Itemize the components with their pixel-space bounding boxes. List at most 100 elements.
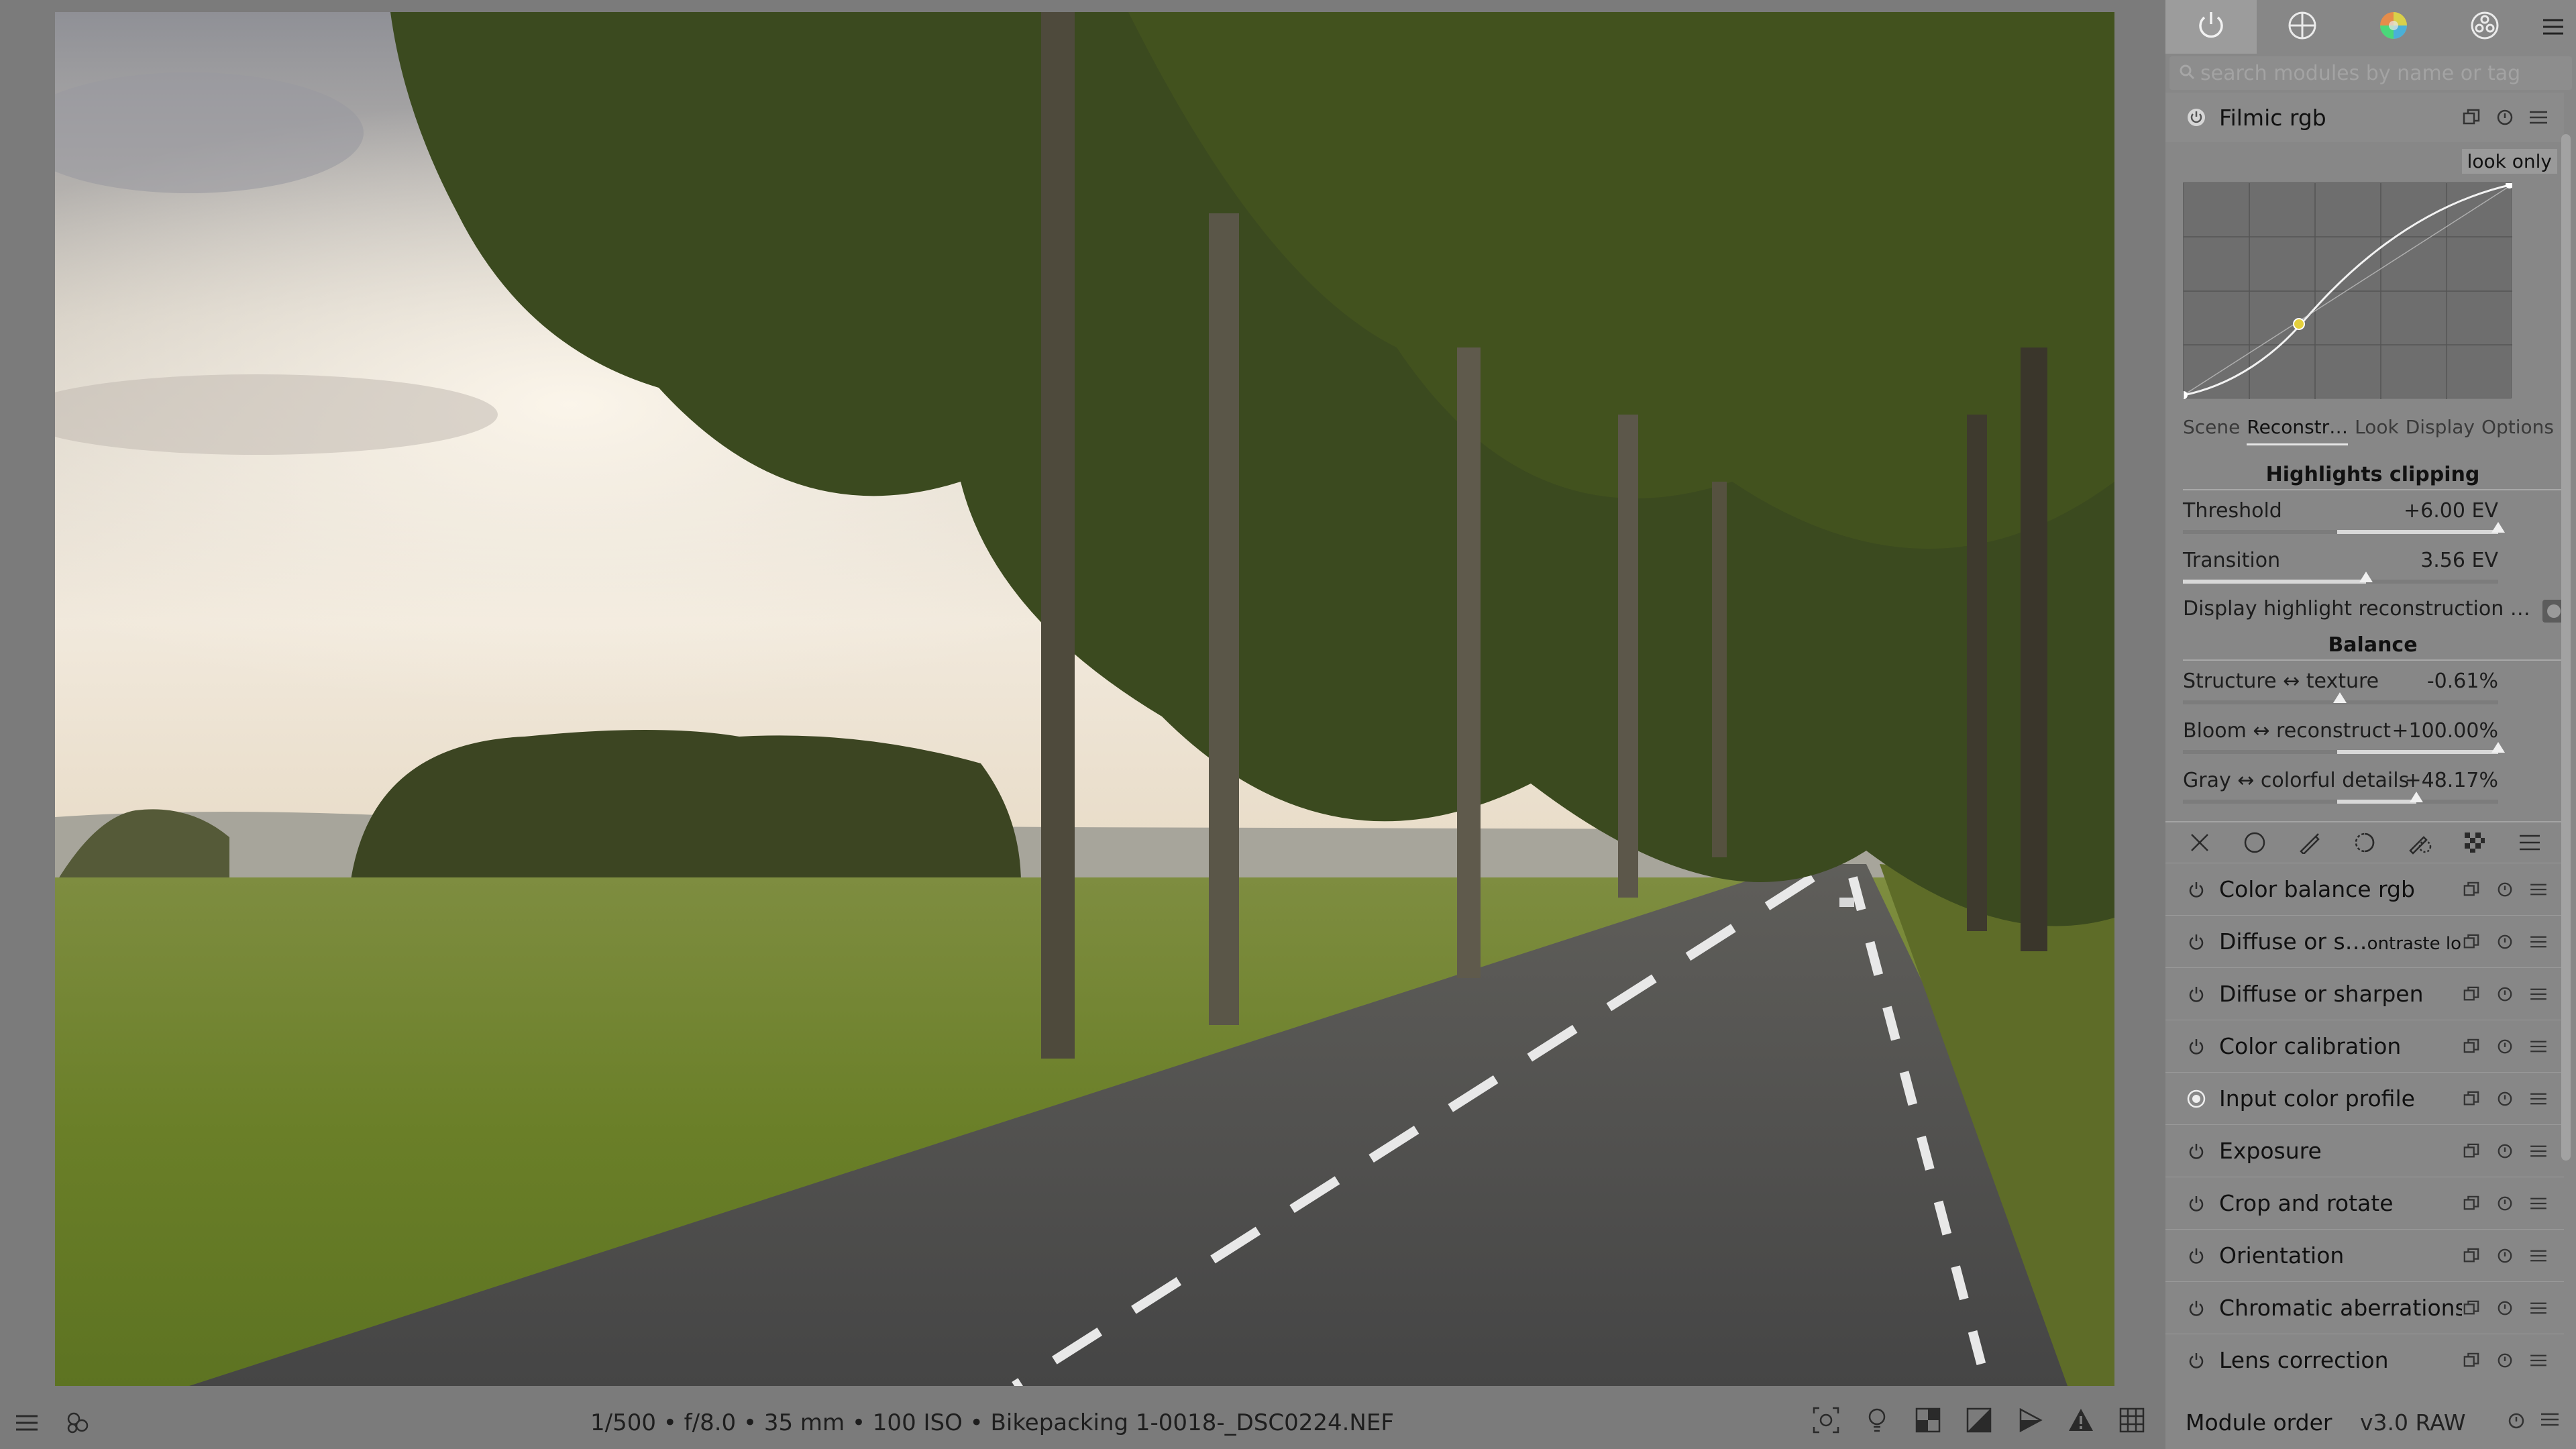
module-row-color-balance-rgb[interactable]: Color balance rgb — [2165, 863, 2564, 915]
module-row-diffuse-or-sharpen[interactable]: Diffuse or sharpen — [2165, 967, 2564, 1020]
power-icon[interactable] — [2182, 1246, 2211, 1265]
reset-icon[interactable] — [2496, 985, 2514, 1004]
multi-instance-icon[interactable] — [2462, 1351, 2481, 1370]
power-icon[interactable] — [2182, 1194, 2211, 1213]
reset-icon[interactable] — [2496, 1037, 2514, 1056]
module-presets-icon[interactable] — [2529, 1351, 2548, 1370]
tab-options[interactable]: Options — [2481, 416, 2554, 445]
filmic-power-icon[interactable] — [2182, 107, 2211, 127]
tab-display[interactable]: Display — [2406, 416, 2475, 445]
power-icon[interactable] — [2182, 1351, 2211, 1370]
multi-instance-icon[interactable] — [2462, 1142, 2481, 1161]
filmic-curve-graph[interactable] — [2180, 180, 2514, 399]
multi-instance-icon[interactable] — [2462, 880, 2481, 899]
parametric-mask-icon[interactable] — [2350, 828, 2379, 857]
search-input[interactable] — [2200, 61, 2563, 85]
module-row-crop-and-rotate[interactable]: Crop and rotate — [2165, 1177, 2564, 1229]
multi-instance-icon[interactable] — [2462, 1299, 2481, 1318]
photo-canvas[interactable] — [55, 12, 2114, 1386]
tab-color-modules[interactable] — [2348, 0, 2439, 54]
module-order-value[interactable]: v3.0 RAW — [2360, 1409, 2466, 1436]
multi-instance-icon[interactable] — [2462, 1246, 2481, 1265]
transition-slider[interactable]: Transition 3.56 EV — [2183, 549, 2498, 593]
module-row-chromatic-aberrations[interactable]: Chromatic aberrations — [2165, 1281, 2564, 1334]
module-order-presets-icon[interactable] — [2541, 1412, 2559, 1432]
guides-icon[interactable] — [2118, 1407, 2145, 1434]
threshold-slider[interactable]: Threshold +6.00 EV — [2183, 499, 2505, 543]
tab-base-modules[interactable] — [2257, 0, 2348, 54]
multi-instance-icon[interactable] — [2462, 108, 2481, 127]
module-presets-icon[interactable] — [2529, 1246, 2548, 1265]
power-icon[interactable] — [2182, 985, 2211, 1004]
power-icon[interactable] — [2182, 1142, 2211, 1161]
raw-overexposed-icon[interactable] — [2017, 1407, 2043, 1434]
multi-instance-icon[interactable] — [2462, 1089, 2481, 1108]
module-presets-icon[interactable] — [2529, 1037, 2548, 1056]
module-search-box — [2169, 56, 2572, 90]
module-presets-icon[interactable] — [2529, 985, 2548, 1004]
image-info: 1/500 • f/8.0 • 35 mm • 100 ISO • Bikepa… — [590, 1409, 1394, 1436]
gray-colorful-slider[interactable]: Gray ↔ colorful details +48.17% — [2183, 769, 2498, 813]
module-presets-icon[interactable] — [2529, 932, 2548, 951]
module-presets-icon[interactable] — [2529, 1142, 2548, 1161]
blend-presets-icon[interactable] — [2515, 828, 2544, 857]
right-panel: Filmic rgb look only Scene — [2165, 0, 2576, 1449]
tab-reconstruct[interactable]: Reconstr… — [2247, 416, 2349, 445]
color-assessment-icon[interactable] — [1864, 1407, 1890, 1434]
module-row-diffuse-local-contrast[interactable]: Diffuse or s…ontraste local — [2165, 915, 2564, 967]
multi-instance-icon[interactable] — [2462, 1194, 2481, 1213]
reset-icon[interactable] — [2496, 880, 2514, 899]
uniform-mask-icon[interactable] — [2240, 828, 2269, 857]
module-presets-icon[interactable] — [2529, 1299, 2548, 1318]
gamut-check-icon[interactable] — [1966, 1407, 1992, 1434]
module-row-orientation[interactable]: Orientation — [2165, 1229, 2564, 1281]
panel-scrollbar[interactable] — [2561, 134, 2571, 1161]
module-row-input-color-profile[interactable]: Input color profile — [2165, 1072, 2564, 1124]
clipping-warning-icon[interactable] — [2068, 1407, 2094, 1434]
tab-effect-modules[interactable] — [2439, 0, 2530, 54]
reset-icon[interactable] — [2496, 1299, 2514, 1318]
reset-icon[interactable] — [2496, 1194, 2514, 1213]
raster-mask-icon[interactable] — [2460, 828, 2489, 857]
tab-active-modules[interactable] — [2165, 0, 2257, 54]
drawn-mask-icon[interactable] — [2295, 828, 2324, 857]
tab-scene[interactable]: Scene — [2183, 416, 2240, 445]
multi-instance-icon[interactable] — [2462, 1037, 2481, 1056]
bloom-reconstruct-slider[interactable]: Bloom ↔ reconstruct +100.00% — [2183, 719, 2505, 763]
multi-instance-icon[interactable] — [2462, 932, 2481, 951]
presets-menu-icon[interactable] — [2530, 0, 2576, 54]
reset-icon[interactable] — [2496, 1246, 2514, 1265]
slider-label: Structure ↔ texture — [2183, 669, 2379, 693]
power-on-icon[interactable] — [2182, 1089, 2211, 1108]
module-row-lens-correction[interactable]: Lens correction — [2165, 1334, 2564, 1386]
hamburger-menu-icon[interactable] — [13, 1409, 40, 1436]
focus-peaking-icon[interactable] — [1813, 1407, 1839, 1434]
power-icon[interactable] — [2182, 880, 2211, 899]
structure-texture-slider[interactable]: Structure ↔ texture -0.61% — [2183, 669, 2498, 714]
module-row-exposure[interactable]: Exposure — [2165, 1124, 2564, 1177]
display-highlight-reconstruction-toggle[interactable]: Display highlight reconstruction … — [2183, 597, 2565, 627]
mask-off-icon[interactable] — [2185, 828, 2214, 857]
power-icon[interactable] — [2182, 1299, 2211, 1318]
look-only-label[interactable]: look only — [2461, 149, 2557, 174]
filmic-module-header[interactable]: Filmic rgb — [2165, 93, 2564, 142]
module-presets-icon[interactable] — [2529, 880, 2548, 899]
tab-look[interactable]: Look — [2355, 416, 2399, 445]
module-row-color-calibration[interactable]: Color calibration — [2165, 1020, 2564, 1072]
power-icon[interactable] — [2182, 1037, 2211, 1056]
presets-icon[interactable] — [64, 1409, 91, 1436]
module-presets-icon[interactable] — [2529, 1089, 2548, 1108]
multi-instance-icon[interactable] — [2462, 985, 2481, 1004]
tree-trunk-1 — [1041, 12, 1075, 1059]
module-presets-icon[interactable] — [2529, 1194, 2548, 1213]
reset-icon[interactable] — [2496, 1351, 2514, 1370]
reset-icon[interactable] — [2496, 108, 2514, 127]
softproof-icon[interactable] — [1915, 1407, 1941, 1434]
module-presets-icon[interactable] — [2529, 108, 2548, 127]
drawn-parametric-mask-icon[interactable] — [2405, 828, 2434, 857]
reset-icon[interactable] — [2496, 1142, 2514, 1161]
reset-icon[interactable] — [2496, 1089, 2514, 1108]
reset-icon[interactable] — [2508, 1412, 2525, 1432]
reset-icon[interactable] — [2496, 932, 2514, 951]
power-icon[interactable] — [2182, 932, 2211, 951]
